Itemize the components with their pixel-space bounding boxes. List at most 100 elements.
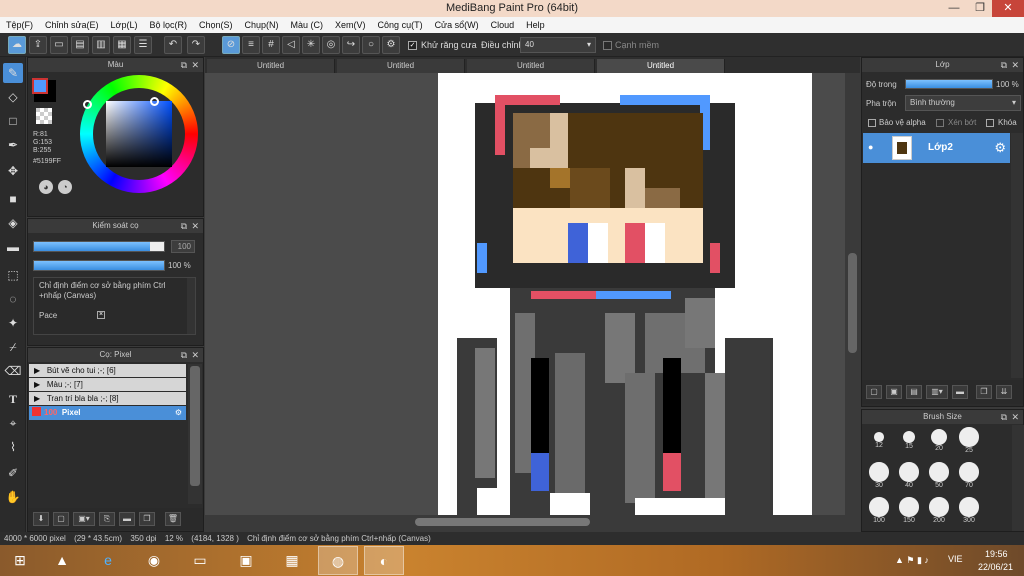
menu-file[interactable]: Tệp(F) [0,17,39,33]
brush-size-option[interactable]: 200 [924,497,954,524]
hue-ring[interactable] [80,75,198,193]
pen-icon[interactable]: ✒ [3,135,23,155]
transparent-swatch[interactable] [36,108,52,124]
brush-opacity-slider[interactable] [33,260,165,271]
windows-start-icon[interactable]: ⊞ [0,546,40,575]
canvas[interactable] [205,73,845,515]
canvas-horizontal-scrollbar[interactable] [205,515,860,529]
bucket-icon[interactable]: ◈ [3,213,23,233]
parallel-snap-icon[interactable]: ≡ [242,36,260,54]
gradient-icon[interactable]: ▬ [3,237,23,257]
select-pen-icon[interactable]: ⌿ [3,337,23,357]
clock-date[interactable]: 22/06/21 [978,562,1013,572]
menu-color[interactable]: Màu (C) [285,17,330,33]
page-icon[interactable]: ▥ [92,36,110,54]
tray-icons[interactable]: ▲ ⚑ ▮ ♪ [895,555,929,566]
antialias-checkbox[interactable]: ✓ [408,41,417,50]
hand-icon[interactable]: ✋ [3,487,23,507]
tab-document[interactable]: Untitled [207,59,335,73]
app-icon[interactable]: ▦ [272,546,312,575]
brush-size-value[interactable]: 100 [171,240,195,253]
new-1bit-layer-icon[interactable]: ▤ [906,385,922,399]
language-indicator[interactable]: VIE [948,554,963,564]
copy-brush-icon[interactable]: ⎘ [99,512,115,526]
menu-layer[interactable]: Lớp(L) [105,17,144,33]
lock-checkbox[interactable] [986,119,994,127]
gear-icon[interactable]: ⚙ [382,36,400,54]
app-active-icon[interactable]: ◍ [318,546,358,575]
clipping-checkbox[interactable] [936,119,944,127]
tab-document[interactable]: Untitled [467,59,595,73]
chat-icon[interactable]: ▭ [50,36,68,54]
internet-explorer-icon[interactable]: e [88,546,128,575]
brush-group[interactable]: ▶ Tran trí bla bla ;-; [8] [29,392,186,405]
add-brush-icon[interactable]: ▣▾ [73,512,95,526]
saturation-value-square[interactable] [106,101,172,167]
trash-icon[interactable]: 🗑 [165,512,181,526]
palette-add-icon[interactable]: ◔ [58,180,72,194]
layer-opacity-slider[interactable] [905,79,993,89]
brush-size-option[interactable]: 50 [924,462,954,489]
menu-snap[interactable]: Chụp(N) [239,17,285,33]
select-icon[interactable]: ⬚ [3,265,23,285]
close-button[interactable]: ✕ [992,0,1024,17]
brush-size-option[interactable]: 100 [864,497,894,524]
undo-icon[interactable]: ↶ [164,36,182,54]
duplicate-icon[interactable]: ❐ [139,512,155,526]
folder-icon[interactable]: ▬ [119,512,135,526]
tab-document-active[interactable]: Untitled [597,59,725,73]
brush-list-scrollbar[interactable] [188,364,202,504]
cloud-icon[interactable]: ☁ [8,36,26,54]
brush-size-scrollbar[interactable] [1012,425,1024,531]
hue-handle[interactable] [83,100,92,109]
cross-snap-icon[interactable]: # [262,36,280,54]
close-icon[interactable]: ✕ [191,219,199,233]
brush-icon[interactable]: ✎ [3,63,23,83]
brush-size-option[interactable]: 300 [954,497,984,524]
move-icon[interactable]: ✥ [3,161,23,181]
redo-icon[interactable]: ↷ [187,36,205,54]
settings-scrollbar[interactable] [187,278,195,334]
popout-icon[interactable]: ⧉ [181,348,187,362]
dropper-icon[interactable]: ⌇ [3,437,23,457]
brush-item-selected[interactable]: 100 Pixel ⚙ [29,406,186,420]
popout-icon[interactable]: ⧉ [181,219,187,233]
visibility-eye-icon[interactable]: ● [868,142,873,152]
protect-alpha-checkbox[interactable] [868,119,876,127]
duplicate-layer-icon[interactable]: ❐ [976,385,992,399]
download-icon[interactable]: ⬇ [33,512,49,526]
list-icon[interactable]: ☰ [134,36,152,54]
menu-view[interactable]: Xem(V) [329,17,372,33]
vanish-snap-icon[interactable]: ◁ [282,36,300,54]
close-icon[interactable]: ✕ [191,348,199,362]
comment-icon[interactable]: ▤ [71,36,89,54]
new-8bit-layer-icon[interactable]: ▣ [886,385,902,399]
folder-icon[interactable]: ▬ [952,385,968,399]
soft-edge-checkbox[interactable] [603,41,612,50]
popout-icon[interactable]: ⧉ [1001,410,1007,424]
canvas-vertical-scrollbar[interactable] [845,73,860,515]
chrome-icon[interactable]: ◉ [134,546,174,575]
pace-checkbox[interactable]: × [97,311,105,319]
rect-select-icon[interactable]: □ [3,111,23,131]
brush-size-option[interactable]: 30 [864,462,894,489]
merge-layer-icon[interactable]: ⇊ [996,385,1012,399]
brush-size-option[interactable]: 40 [894,462,924,489]
close-icon[interactable]: ✕ [191,58,199,72]
radial-snap-icon[interactable]: ✳ [302,36,320,54]
brush-size-option[interactable]: 70 [954,462,984,489]
menu-window[interactable]: Cửa sổ(W) [429,17,485,33]
brush-group[interactable]: ▶ Màu ;-; [7] [29,378,186,391]
correction-dropdown[interactable]: 40 ▾ [520,37,596,53]
popout-icon[interactable]: ⧉ [181,58,187,72]
brush-size-option[interactable]: 15 [894,427,924,450]
layer-list-scrollbar[interactable] [1011,133,1023,378]
powerpoint-icon[interactable]: ▣ [226,546,266,575]
new-layer-icon[interactable]: ▢ [866,385,882,399]
menu-tools[interactable]: Công cụ(T) [372,17,429,33]
menu-edit[interactable]: Chỉnh sửa(E) [39,17,105,33]
brush-size-option[interactable]: 20 [924,427,954,452]
maximize-button[interactable]: ❐ [966,0,994,17]
tab-document[interactable]: Untitled [337,59,465,73]
text-icon[interactable]: T [3,389,23,409]
